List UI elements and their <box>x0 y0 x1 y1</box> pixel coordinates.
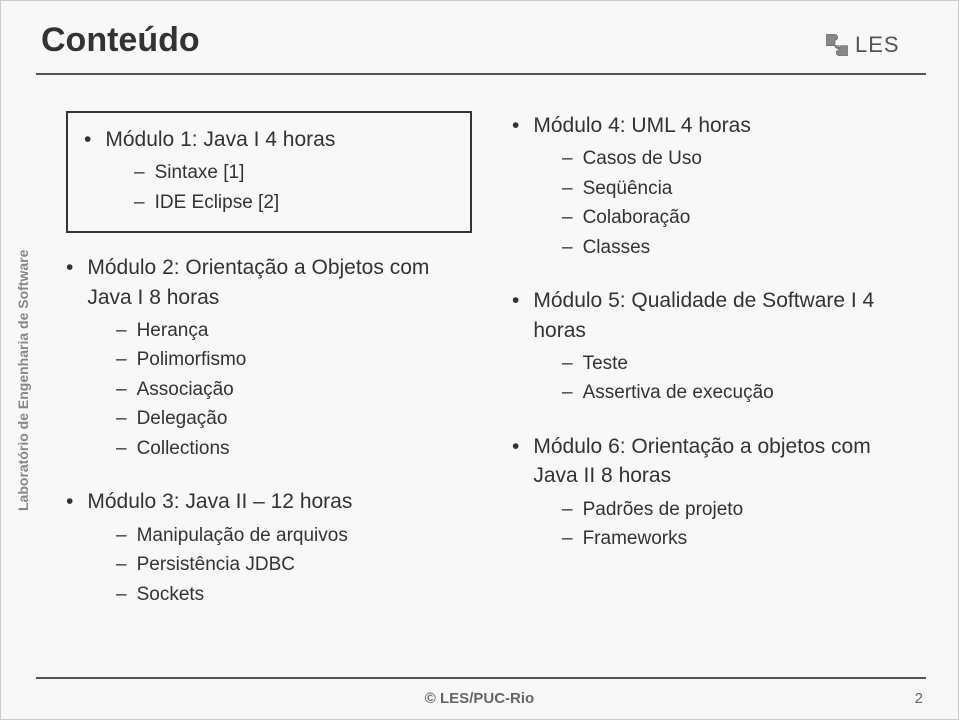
list-item: Associação <box>66 375 472 404</box>
list-item: Sintaxe [1] <box>84 158 454 187</box>
list-item: IDE Eclipse [2] <box>84 188 454 217</box>
puzzle-icon <box>823 31 851 59</box>
footer-divider <box>36 677 926 679</box>
list-item: Collections <box>66 434 472 463</box>
list-item: Polimorfismo <box>66 345 472 374</box>
module-2: Módulo 2: Orientação a Objetos com Java … <box>66 253 472 463</box>
list-item: Assertiva de execução <box>512 378 918 407</box>
module-3-title: Módulo 3: Java II – 12 horas <box>66 487 472 516</box>
footer-center: © LES/PUC-Rio <box>1 690 958 707</box>
list-item: Manipulação de arquivos <box>66 521 472 550</box>
sidebar-label: Laboratório de Engenharia de Software <box>15 250 31 511</box>
page-title: Conteúdo <box>41 21 200 60</box>
module-5: Módulo 5: Qualidade de Software I 4 hora… <box>512 286 918 408</box>
list-item: Classes <box>512 233 918 262</box>
list-item: Casos de Uso <box>512 144 918 173</box>
module-4-title: Módulo 4: UML 4 horas <box>512 111 918 140</box>
page-number: 2 <box>915 690 923 707</box>
list-item: Delegação <box>66 404 472 433</box>
module-6-title: Módulo 6: Orientação a objetos com Java … <box>512 432 918 491</box>
list-item: Frameworks <box>512 524 918 553</box>
list-item: Padrões de projeto <box>512 495 918 524</box>
module-3: Módulo 3: Java II – 12 horas Manipulação… <box>66 487 472 609</box>
list-item: Seqüência <box>512 174 918 203</box>
content-area: Módulo 1: Java I 4 horas Sintaxe [1] IDE… <box>66 111 918 625</box>
logo: LES <box>823 25 913 65</box>
slide: Conteúdo LES Laboratório de Engenharia d… <box>0 0 959 720</box>
module-2-title: Módulo 2: Orientação a Objetos com Java … <box>66 253 472 312</box>
module-4: Módulo 4: UML 4 horas Casos de Uso Seqüê… <box>512 111 918 262</box>
list-item: Colaboração <box>512 203 918 232</box>
left-column: Módulo 1: Java I 4 horas Sintaxe [1] IDE… <box>66 111 472 625</box>
list-item: Persistência JDBC <box>66 550 472 579</box>
list-item: Teste <box>512 349 918 378</box>
module-6: Módulo 6: Orientação a objetos com Java … <box>512 432 918 554</box>
module-1-box: Módulo 1: Java I 4 horas Sintaxe [1] IDE… <box>66 111 472 233</box>
module-1-title: Módulo 1: Java I 4 horas <box>84 125 454 154</box>
title-divider <box>36 73 926 75</box>
list-item: Herança <box>66 316 472 345</box>
right-column: Módulo 4: UML 4 horas Casos de Uso Seqüê… <box>512 111 918 625</box>
logo-text: LES <box>855 32 900 58</box>
list-item: Sockets <box>66 580 472 609</box>
module-5-title: Módulo 5: Qualidade de Software I 4 hora… <box>512 286 918 345</box>
